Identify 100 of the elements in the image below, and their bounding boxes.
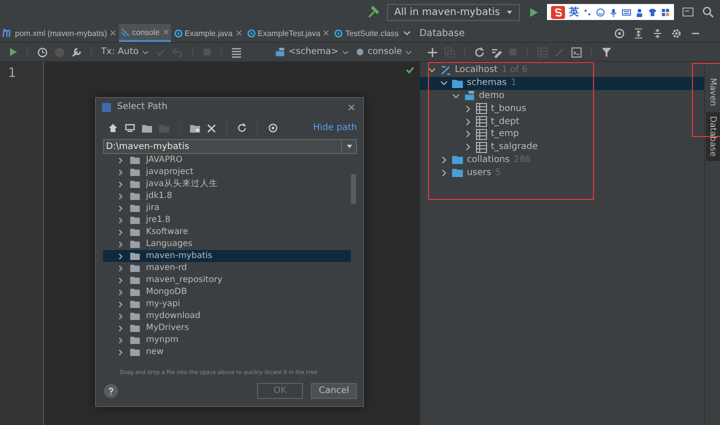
- table-icon: [476, 128, 487, 140]
- folder-row[interactable]: new: [103, 346, 351, 358]
- check-icon[interactable]: [154, 46, 166, 58]
- input-mode-label[interactable]: 英: [569, 5, 579, 19]
- folder-row[interactable]: mydownload: [103, 310, 351, 322]
- tree-item[interactable]: t_salgrade: [490, 142, 538, 152]
- run-icon[interactable]: [8, 47, 18, 57]
- close-icon[interactable]: [348, 104, 355, 110]
- folder-row[interactable]: maven_repository: [103, 274, 351, 286]
- tree-item[interactable]: demo: [478, 90, 504, 101]
- filter-icon[interactable]: [601, 46, 612, 58]
- close-icon[interactable]: [110, 30, 116, 36]
- session-dropdown[interactable]: console: [354, 47, 412, 57]
- table-icon[interactable]: [230, 46, 242, 58]
- wrench-icon[interactable]: [71, 46, 82, 58]
- punctuation-icon[interactable]: [583, 8, 592, 16]
- tree-item[interactable]: schemas: [466, 78, 507, 88]
- folder-row[interactable]: my-yapi: [103, 298, 351, 310]
- tree-item[interactable]: t_emp: [490, 129, 519, 140]
- close-icon[interactable]: [236, 30, 242, 36]
- folder-row[interactable]: mynpm: [103, 334, 351, 346]
- folder-row[interactable]: jre1.8: [103, 214, 351, 226]
- desktop-icon[interactable]: [125, 123, 135, 133]
- tree-item[interactable]: t_dept: [490, 116, 520, 127]
- folder-row[interactable]: maven-rd: [103, 262, 351, 274]
- target-icon[interactable]: [614, 28, 626, 38]
- folder-row[interactable]: MongoDB: [103, 286, 351, 298]
- maven-icon: [2, 29, 13, 37]
- close-icon[interactable]: [323, 30, 330, 36]
- line-number: 1: [8, 66, 17, 81]
- folder-name: mynpm: [146, 335, 178, 345]
- new-folder-icon[interactable]: [190, 124, 200, 132]
- expand-all-icon[interactable]: [633, 28, 644, 38]
- add-icon[interactable]: [427, 46, 438, 58]
- help-button[interactable]: [104, 384, 118, 398]
- editor-tab[interactable]: ExampleTest.java: [244, 24, 332, 42]
- edit-icon[interactable]: [491, 46, 502, 58]
- panel-title: Database: [419, 28, 465, 38]
- folder-row[interactable]: java从头来过人生: [103, 178, 351, 190]
- smiley-icon[interactable]: [596, 8, 605, 16]
- folder-row[interactable]: JAVAPRO: [103, 154, 351, 166]
- clock-icon[interactable]: [37, 46, 48, 58]
- folder-row[interactable]: Ksoftware: [103, 226, 351, 238]
- figure-icon[interactable]: [635, 8, 644, 16]
- caret-icon[interactable]: [346, 143, 352, 150]
- schema-dropdown[interactable]: <schema>: [275, 47, 349, 57]
- cancel-button[interactable]: Cancel: [311, 383, 357, 399]
- folder-row[interactable]: jdk1.8: [103, 190, 351, 202]
- database-host-icon: [440, 64, 451, 76]
- delete-icon[interactable]: [207, 124, 216, 132]
- hammer-icon[interactable]: [367, 6, 380, 18]
- run-icon[interactable]: [528, 6, 539, 18]
- collapse-all-icon[interactable]: [652, 28, 664, 38]
- keyboard-icon[interactable]: [622, 8, 631, 16]
- tree-item[interactable]: t_bonus: [490, 104, 526, 114]
- console-icon[interactable]: [571, 46, 582, 58]
- search-icon[interactable]: [702, 6, 714, 18]
- path-field[interactable]: D:\maven-mybatis: [103, 139, 342, 154]
- editor-tab[interactable]: console: [119, 24, 171, 42]
- hide-path-link[interactable]: Hide path: [313, 123, 357, 133]
- folder-name: MyDrivers: [146, 323, 189, 333]
- home-icon[interactable]: [108, 123, 118, 133]
- settings-icon[interactable]: [671, 28, 682, 38]
- folder-name: JAVAPRO: [146, 155, 182, 165]
- folder-row[interactable]: jira: [103, 202, 351, 214]
- item-count: 1: [510, 78, 516, 88]
- tree-item[interactable]: users: [466, 168, 492, 178]
- folder-name: maven_repository: [146, 275, 222, 285]
- chevron-down-icon[interactable]: [402, 29, 411, 37]
- folder-row[interactable]: MyDrivers: [103, 322, 351, 334]
- microphone-icon[interactable]: [609, 8, 618, 16]
- editor-tab[interactable]: Example.java: [172, 24, 244, 42]
- window-icon[interactable]: [682, 6, 694, 18]
- dropdown-button[interactable]: [342, 139, 357, 154]
- tree-item[interactable]: Localhost: [454, 65, 498, 76]
- refresh-icon[interactable]: [237, 123, 247, 133]
- tab-label: TestSuite.class: [345, 28, 399, 38]
- run-configuration-dropdown[interactable]: All in maven-mybatis: [387, 4, 520, 20]
- grid-icon[interactable]: [661, 8, 670, 16]
- refresh-icon[interactable]: [474, 46, 485, 58]
- chevron-down-icon: [142, 48, 149, 56]
- folder-row[interactable]: javaproject: [103, 166, 351, 178]
- editor-tab[interactable]: TestSuite.class: [332, 24, 401, 42]
- class-icon: [246, 28, 256, 38]
- scrollbar-thumb[interactable]: [351, 174, 356, 204]
- table-icon: [476, 116, 487, 128]
- tree-item[interactable]: collations: [466, 154, 510, 165]
- tab-label: console: [132, 28, 160, 36]
- side-tool-tab[interactable]: Maven: [706, 74, 720, 110]
- table-icon: [476, 103, 487, 114]
- sogou-logo[interactable]: [551, 6, 565, 18]
- shirt-icon[interactable]: [648, 8, 657, 16]
- folder-row[interactable]: Languages: [103, 238, 351, 250]
- folder-name: jira: [146, 203, 160, 213]
- folder-row[interactable]: maven-mybatis: [103, 250, 351, 262]
- side-tool-tab[interactable]: Database: [706, 112, 720, 161]
- folder-name: my-yapi: [146, 299, 180, 309]
- editor-tab[interactable]: pom.xml (maven-mybatis): [0, 24, 118, 42]
- folder-icon: [452, 78, 463, 88]
- transaction-mode-dropdown[interactable]: Tx: Auto: [101, 47, 149, 57]
